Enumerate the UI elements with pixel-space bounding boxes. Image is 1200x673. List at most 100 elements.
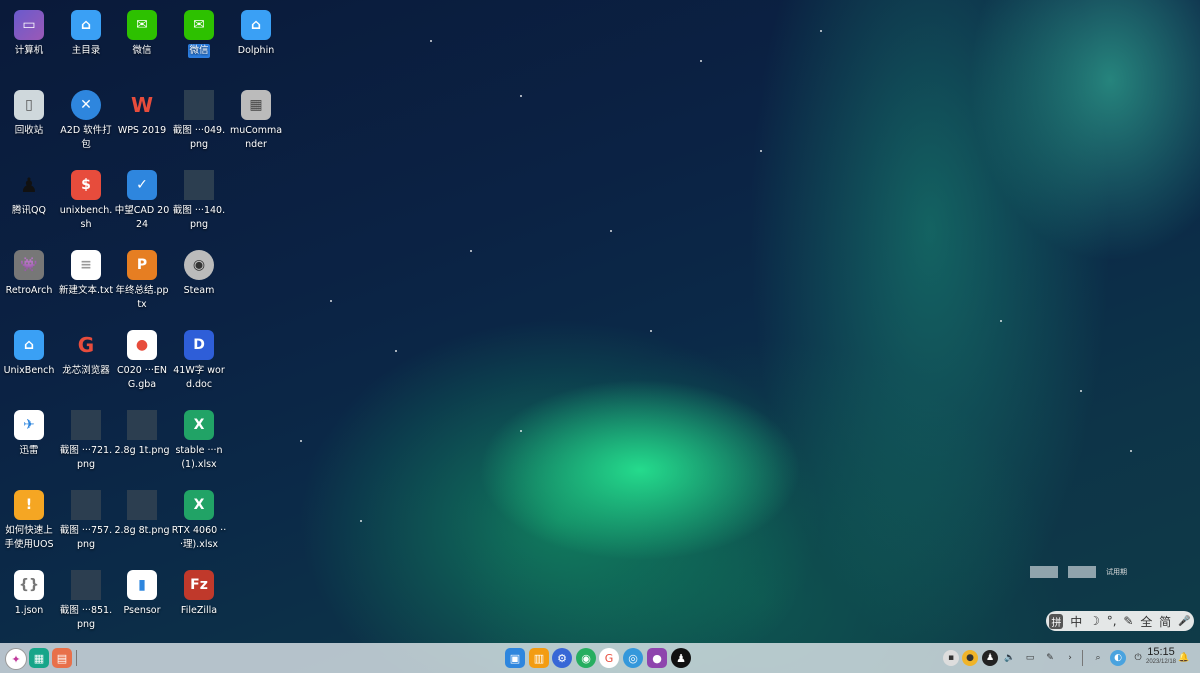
folder-icon: ⌂ — [241, 10, 271, 40]
desktop-icon[interactable]: ● C020 ···ENG.gba — [113, 330, 171, 392]
image-thumb-icon — [184, 170, 214, 200]
settings-icon[interactable]: ⚙ — [552, 648, 572, 668]
desktop-icon-label: 计算机 — [14, 45, 44, 56]
uos-guide-icon: ! — [14, 490, 44, 520]
pen-icon[interactable]: ✎ — [1042, 650, 1058, 666]
desktop-icon[interactable]: ▭ 计算机 — [0, 10, 58, 58]
search-icon[interactable]: ⌕ — [1090, 650, 1106, 666]
desktop-icon[interactable]: 截图 ···757.png — [57, 490, 115, 552]
ime-punctuation[interactable]: °, — [1107, 614, 1117, 628]
desktop-icon[interactable]: ✕ A2D 软件打包 — [57, 90, 115, 152]
ime-simplified[interactable]: 简 — [1159, 613, 1171, 630]
desktop-icon[interactable]: ▦ muCommander — [227, 90, 285, 152]
desktop-icon[interactable]: ✉ 微信 — [113, 10, 171, 58]
uos-browser-icon[interactable]: ◎ — [623, 648, 643, 668]
desktop-icon-label: FileZilla — [180, 605, 218, 616]
desktop-icon-label: A2D 软件打包 — [60, 125, 112, 150]
desktop-icon[interactable]: ▮ Psensor — [113, 570, 171, 618]
a2d-icon: ✕ — [71, 90, 101, 120]
text-file-icon: ≡ — [71, 250, 101, 280]
desktop-icon[interactable]: ⌂ UnixBench — [0, 330, 58, 378]
desktop-icon[interactable]: X RTX 4060 ···理).xlsx — [170, 490, 228, 552]
cad-icon: ✓ — [127, 170, 157, 200]
desktop-icon[interactable]: ≡ 新建文本.txt — [57, 250, 115, 298]
mucommander-icon: ▦ — [241, 90, 271, 120]
clock-time[interactable]: 15:15 — [1141, 646, 1181, 658]
desktop-icon[interactable]: 2.8g 1t.png — [113, 410, 171, 458]
file-manager-icon[interactable]: ▣ — [505, 648, 525, 668]
ime-toolbar[interactable]: 拼 中 ☽ °, ✎ 全 简 🎤 — [1046, 611, 1194, 631]
desktop-icon-label: RTX 4060 ···理).xlsx — [171, 525, 227, 550]
ime-pinyin[interactable]: 拼 — [1049, 613, 1064, 629]
loongson-browser-icon[interactable]: G — [599, 648, 619, 668]
desktop-icon[interactable]: 截图 ···049.png — [170, 90, 228, 152]
desktop-icon[interactable]: ♟ 腾讯QQ — [0, 170, 58, 218]
gba-file-icon: ● — [127, 330, 157, 360]
color-picker-icon[interactable]: ◐ — [1110, 650, 1126, 666]
desktop-icon-label: 中望CAD 2024 — [114, 205, 170, 230]
app-store-icon[interactable]: ▥ — [529, 648, 549, 668]
launcher-icon[interactable]: ✦ — [5, 648, 27, 670]
taskbar: ✦ ▦ ▤ ▣ ▥ ⚙ ◉ G ◎ ● ♟ ▪ ● ♟ 🔈 ▭ ✎ › ⌕ ◐ … — [0, 643, 1200, 673]
computer-icon: ▭ — [14, 10, 44, 40]
word-doc-icon: D — [184, 330, 214, 360]
expand-icon[interactable]: › — [1062, 650, 1078, 666]
desktop-icon[interactable]: Fz FileZilla — [170, 570, 228, 618]
desktop-icon-label: Dolphin — [237, 45, 275, 56]
ime-chinese-mode[interactable]: 中 — [1070, 613, 1082, 630]
media-player-icon[interactable]: ● — [647, 648, 667, 668]
desktop-icon[interactable]: D 41W字 word.doc — [170, 330, 228, 392]
desktop-icon[interactable]: Xstable ···n(1).xlsx — [170, 410, 228, 472]
trial-watermark: 试用期 — [1030, 566, 1127, 578]
desktop-icon[interactable]: ⌂ 主目录 — [57, 10, 115, 58]
desktop-icon[interactable]: ⌂ Dolphin — [227, 10, 285, 58]
multitask-view-icon[interactable]: ▦ — [29, 648, 49, 668]
wechat-icon: ✉ — [184, 10, 214, 40]
desktop-icon[interactable]: 2.8g 8t.png — [113, 490, 171, 538]
tray-qq-icon[interactable]: ♟ — [982, 650, 998, 666]
show-desktop-icon[interactable]: ▤ — [52, 648, 72, 668]
desktop-icon[interactable]: 👾 RetroArch — [0, 250, 58, 298]
desktop-icon[interactable]: ✉ 微信 — [170, 10, 228, 58]
desktop-icon[interactable]: ! 如何快速上手使用UOS — [0, 490, 58, 552]
xlsx-icon: X — [184, 410, 214, 440]
desktop-icon-label: 2.8g 1t.png — [114, 445, 170, 456]
psensor-icon: ▮ — [127, 570, 157, 600]
image-thumb-icon — [127, 410, 157, 440]
desktop-icon-label: UnixBench — [3, 365, 55, 376]
tray-notify-icon[interactable]: ● — [962, 650, 978, 666]
desktop-icon[interactable]: $ unixbench.sh — [57, 170, 115, 232]
pptx-icon: P — [127, 250, 157, 280]
ime-mic-icon[interactable]: 🎤 — [1178, 616, 1190, 627]
desktop-icon-label: 腾讯QQ — [12, 205, 46, 216]
image-thumb-icon — [71, 490, 101, 520]
folder-icon: ⌂ — [14, 330, 44, 360]
desktop-icon[interactable]: 截图 ···721.png — [57, 410, 115, 472]
desktop-icon-label: 41W字 word.doc — [173, 365, 225, 390]
desktop-icon[interactable]: P 年终总结.pptx — [113, 250, 171, 312]
ime-fullwidth[interactable]: 全 — [1140, 613, 1152, 630]
desktop-icon[interactable]: ▯ 回收站 — [0, 90, 58, 138]
loongson-browser-icon: G — [77, 333, 95, 357]
browser-icon[interactable]: ◉ — [576, 648, 596, 668]
tray-app-icon[interactable]: ▪ — [943, 650, 959, 666]
desktop-icon-label: 截图 ···049.png — [172, 125, 226, 150]
desktop-icon[interactable]: W WPS 2019 — [113, 90, 171, 138]
desktop-icon[interactable]: ◉ Steam — [170, 250, 228, 298]
desktop-icon[interactable]: {} 1.json — [0, 570, 58, 618]
image-thumb-icon — [71, 410, 101, 440]
desktop-icon-label: 新建文本.txt — [58, 285, 114, 296]
desktop-icon[interactable]: 截图 ···140.png — [170, 170, 228, 232]
desktop-icon[interactable]: G 龙芯浏览器 — [57, 330, 115, 378]
desktop-icon[interactable]: 截图 ···851.png — [57, 570, 115, 632]
qq-icon: ♟ — [20, 173, 38, 197]
ime-pen-icon[interactable]: ✎ — [1123, 614, 1133, 628]
qq-icon[interactable]: ♟ — [671, 648, 691, 668]
desktop-icon[interactable]: ✓ 中望CAD 2024 — [113, 170, 171, 232]
clock-date[interactable]: 2023/12/18 — [1141, 659, 1181, 665]
network-icon[interactable]: ▭ — [1022, 650, 1038, 666]
ime-moon-icon[interactable]: ☽ — [1089, 614, 1100, 628]
volume-icon[interactable]: 🔈 — [1002, 650, 1018, 666]
trial-label: 试用期 — [1106, 568, 1127, 576]
desktop-icon[interactable]: ✈ 迅雷 — [0, 410, 58, 458]
